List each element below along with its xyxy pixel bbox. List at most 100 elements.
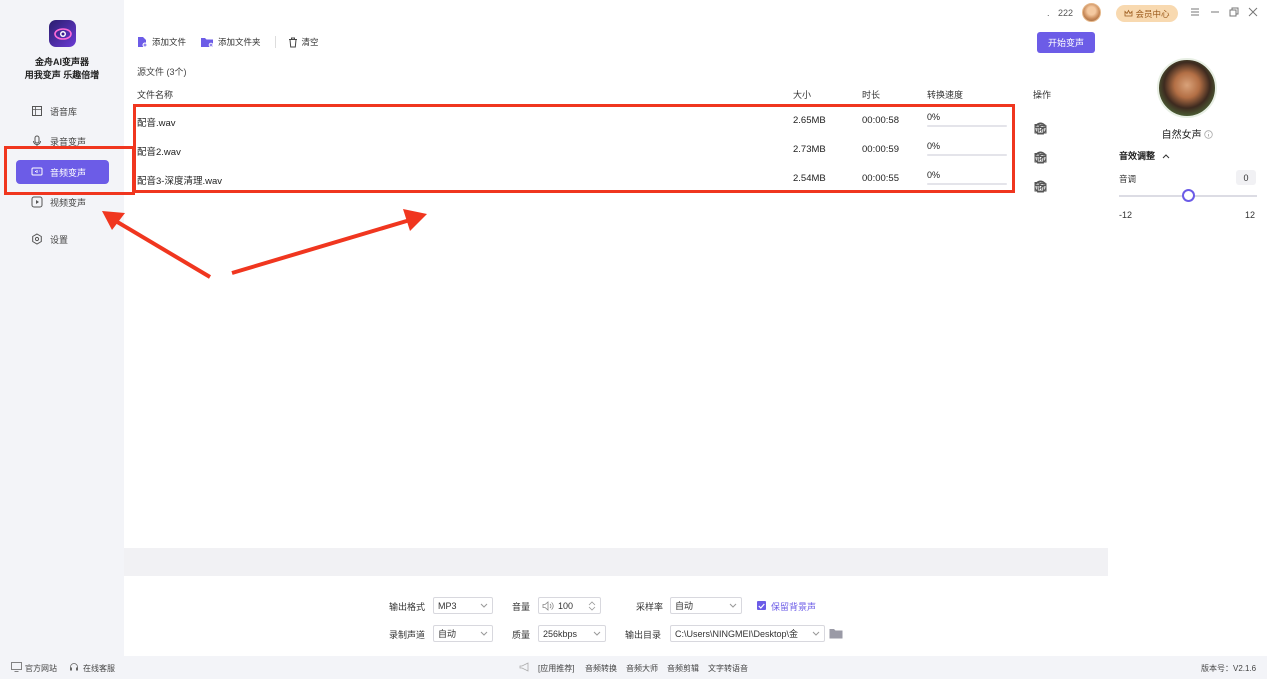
- file-duration: 00:00:55: [862, 173, 899, 184]
- folder-icon[interactable]: [829, 628, 843, 639]
- sidebar-item-label: 录音变声: [50, 136, 87, 147]
- chevron-down-icon: [593, 631, 601, 636]
- user-avatar[interactable]: [1082, 3, 1101, 22]
- sidebar-item-label: 音频变声: [50, 167, 87, 178]
- online-support-link[interactable]: 在线客服: [83, 663, 115, 674]
- chevron-up-icon: [1162, 154, 1169, 159]
- add-folder-button[interactable]: 添加文件夹: [200, 36, 261, 48]
- stepper-arrows-icon: [588, 601, 596, 611]
- info-icon[interactable]: [1204, 130, 1214, 139]
- progress-text: 0%: [927, 141, 941, 151]
- chevron-down-icon: [480, 631, 488, 636]
- chevron-down-icon: [812, 631, 820, 636]
- voice-avatar: [1157, 58, 1217, 118]
- outdir-select[interactable]: C:\Users\NINGMEI\Desktop\金: [670, 625, 825, 642]
- add-file-label: 添加文件: [152, 37, 187, 47]
- app-logo: [49, 20, 76, 47]
- menu-icon[interactable]: [1190, 7, 1200, 17]
- delete-icon[interactable]: [1034, 122, 1047, 135]
- file-duration: 00:00:59: [862, 144, 899, 155]
- sidebar-item-label: 设置: [50, 234, 69, 245]
- format-value: MP3: [438, 600, 457, 611]
- monitor-icon: [11, 662, 22, 672]
- sidebar-item-audio-voice[interactable]: 音频变声: [16, 160, 109, 184]
- app-name: 金舟AI变声器: [34, 57, 89, 67]
- table-row[interactable]: 配音.wav 2.65MB 00:00:58 0%: [137, 107, 1097, 135]
- fx-adjust-toggle[interactable]: 音效调整: [1119, 149, 1170, 162]
- samplerate-label: 采样率: [636, 602, 664, 612]
- add-file-icon: [136, 36, 148, 48]
- official-site-link[interactable]: 官方网站: [25, 663, 57, 674]
- close-icon[interactable]: [1248, 7, 1258, 17]
- progress-bar: [927, 125, 1007, 127]
- quality-select[interactable]: 256kbps: [538, 625, 606, 642]
- app-slogan: 用我变声 乐趣倍增: [24, 70, 100, 80]
- sidebar-item-label: 语音库: [50, 106, 78, 117]
- delete-icon[interactable]: [1034, 151, 1047, 164]
- toolbar-divider: [274, 36, 276, 48]
- audio-icon: [31, 166, 43, 178]
- start-convert-button[interactable]: 开始变声: [1037, 32, 1095, 53]
- output-settings: 输出格式 MP3 音量 100 采样率 自动 保留背景声 录制声道 自动 质量 …: [124, 576, 1108, 656]
- pitch-max: 12: [1245, 210, 1256, 220]
- file-name: 配音2.wav: [137, 147, 181, 158]
- clear-button[interactable]: 清空: [288, 36, 319, 48]
- progress: 0%: [927, 112, 1007, 127]
- footer-link-audio-master[interactable]: 音频大师: [626, 663, 658, 674]
- table-row[interactable]: 配音2.wav 2.73MB 00:00:59 0%: [137, 136, 1097, 164]
- volume-label: 音量: [512, 602, 531, 612]
- sidebar-item-record-voice[interactable]: 录音变声: [16, 129, 109, 153]
- keep-bg-checkbox[interactable]: [757, 601, 766, 610]
- version-label: 版本号：V2.1.6: [1201, 664, 1257, 673]
- quality-label: 质量: [512, 630, 531, 640]
- megaphone-icon: [519, 662, 529, 672]
- progress: 0%: [927, 141, 1007, 156]
- progress-bar: [927, 154, 1007, 156]
- file-size: 2.54MB: [793, 173, 826, 184]
- progress: 0%: [927, 170, 1007, 185]
- col-header-ops: 操作: [1033, 90, 1052, 100]
- trash-icon: [288, 37, 298, 48]
- recommend-label: [应用推荐]: [538, 664, 575, 673]
- format-select[interactable]: MP3: [433, 597, 493, 614]
- volume-stepper[interactable]: 100: [538, 597, 601, 614]
- col-header-size: 大小: [793, 90, 812, 100]
- outdir-label: 输出目录: [625, 630, 662, 640]
- restore-icon[interactable]: [1229, 7, 1239, 17]
- volume-value: 100: [558, 600, 574, 611]
- minimize-icon[interactable]: [1210, 7, 1220, 17]
- channel-label: 录制声道: [389, 630, 426, 640]
- sidebar: 金舟AI变声器 用我变声 乐趣倍增 语音库 录音变声 音频变声 视频变声 设置: [0, 0, 124, 656]
- cube-icon: [31, 105, 43, 117]
- pitch-value-box[interactable]: 0: [1236, 170, 1256, 185]
- col-header-name: 文件名称: [137, 90, 174, 100]
- progress-text: 0%: [927, 170, 941, 180]
- col-header-duration: 时长: [862, 90, 881, 100]
- footer-link-audio-convert[interactable]: 音频转换: [585, 663, 617, 674]
- samplerate-value: 自动: [675, 601, 694, 611]
- pitch-slider-handle[interactable]: [1181, 189, 1195, 202]
- chevron-down-icon: [729, 603, 737, 608]
- clear-label: 清空: [301, 37, 319, 47]
- table-row[interactable]: 配音3-深度清理.wav 2.54MB 00:00:55 0%: [137, 165, 1097, 193]
- keep-bg-label: 保留背景声: [771, 602, 817, 612]
- eye-logo-icon: [53, 27, 72, 40]
- vip-center-button[interactable]: 会员中心: [1116, 5, 1178, 22]
- footer-link-tts[interactable]: 文字转语音: [708, 663, 748, 674]
- progress-bar: [927, 183, 1007, 185]
- samplerate-select[interactable]: 自动: [670, 597, 742, 614]
- table-header: 文件名称 大小 时长 转换速度 操作: [137, 88, 1097, 104]
- voice-name: 自然女声: [1108, 126, 1267, 141]
- fx-title-label: 音效调整: [1119, 151, 1156, 161]
- add-file-button[interactable]: 添加文件: [136, 36, 186, 48]
- sidebar-item-voice-library[interactable]: 语音库: [16, 99, 109, 123]
- channel-select[interactable]: 自动: [433, 625, 493, 642]
- mic-icon: [31, 135, 43, 147]
- sidebar-item-label: 视频变声: [50, 197, 87, 208]
- footer-link-audio-edit[interactable]: 音频剪辑: [667, 663, 699, 674]
- progress-text: 0%: [927, 112, 941, 122]
- file-size: 2.73MB: [793, 144, 826, 155]
- gear-icon: [31, 233, 43, 245]
- delete-icon[interactable]: [1034, 180, 1047, 193]
- file-name: 配音.wav: [137, 118, 176, 129]
